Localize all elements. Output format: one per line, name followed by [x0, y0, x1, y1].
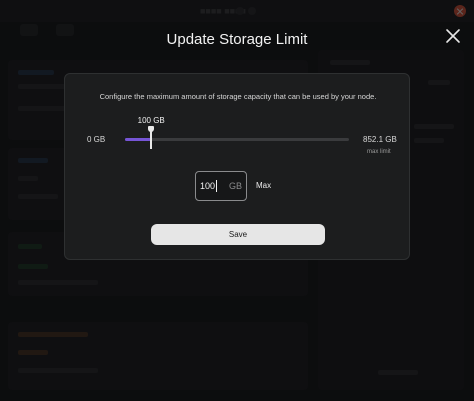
- amount-unit: GB: [229, 181, 243, 191]
- slider-fill: [125, 138, 152, 141]
- modal-description: Configure the maximum amount of storage …: [99, 92, 377, 101]
- slider-max-sublabel: max limit: [367, 149, 391, 155]
- modal-title: Update Storage Limit: [166, 31, 308, 48]
- slider-max-label: 852.1 GB: [363, 135, 397, 144]
- save-button[interactable]: Save: [151, 224, 325, 245]
- storage-slider[interactable]: [125, 126, 349, 149]
- storage-limit-panel: Configure the maximum amount of storage …: [64, 73, 410, 260]
- slider-thumb[interactable]: [148, 126, 155, 149]
- storage-amount-input[interactable]: [200, 181, 220, 191]
- max-button[interactable]: Max: [256, 181, 271, 190]
- slider-min-label: 0 GB: [87, 135, 106, 144]
- text-caret: [216, 180, 217, 192]
- slider-value-label: 100 GB: [137, 116, 165, 125]
- close-icon[interactable]: [444, 27, 462, 45]
- storage-amount-field[interactable]: GB: [195, 171, 247, 201]
